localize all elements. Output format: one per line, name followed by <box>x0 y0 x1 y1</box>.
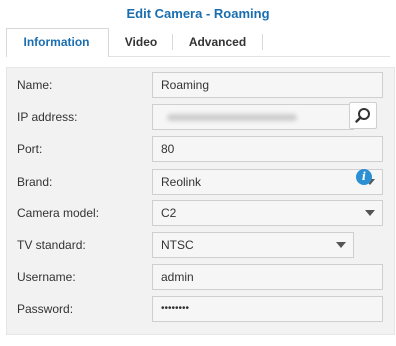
brand-select[interactable]: Reolink <box>152 169 383 195</box>
chevron-down-icon <box>365 210 375 216</box>
name-label: Name: <box>17 78 53 92</box>
chevron-down-icon <box>336 242 346 248</box>
info-icon[interactable]: i <box>356 169 372 185</box>
brand-label: Brand: <box>17 175 53 189</box>
ip-address-label: IP address: <box>17 110 78 124</box>
dialog-title: Edit Camera - Roaming <box>126 6 270 21</box>
redacted-ip-blur <box>167 114 297 121</box>
camera-model-label: Camera model: <box>17 206 100 220</box>
username-label: Username: <box>17 270 76 284</box>
tab-divider <box>262 34 263 50</box>
camera-model-value: C2 <box>161 206 177 220</box>
information-panel: Name: Roaming IP address: Port: 80 Brand… <box>6 67 395 335</box>
camera-model-select[interactable]: C2 <box>152 200 383 226</box>
brand-value: Reolink <box>161 175 202 189</box>
tab-bar: Information Video Advanced <box>6 28 390 57</box>
password-field[interactable]: •••••••• <box>152 296 383 322</box>
tab-information[interactable]: Information <box>6 28 107 56</box>
ip-address-field[interactable] <box>152 104 354 130</box>
port-field[interactable]: 80 <box>152 136 383 162</box>
tab-video[interactable]: Video <box>110 28 172 56</box>
tv-standard-select[interactable]: NTSC <box>152 232 354 258</box>
name-field[interactable]: Roaming <box>152 72 383 98</box>
ip-search-button[interactable] <box>349 102 377 129</box>
search-icon <box>355 108 370 123</box>
tab-advanced[interactable]: Advanced <box>173 28 262 56</box>
password-label: Password: <box>17 302 74 316</box>
port-label: Port: <box>17 142 43 156</box>
tv-standard-label: TV standard: <box>17 238 86 252</box>
tv-standard-value: NTSC <box>161 238 194 252</box>
username-field[interactable]: admin <box>152 264 383 290</box>
